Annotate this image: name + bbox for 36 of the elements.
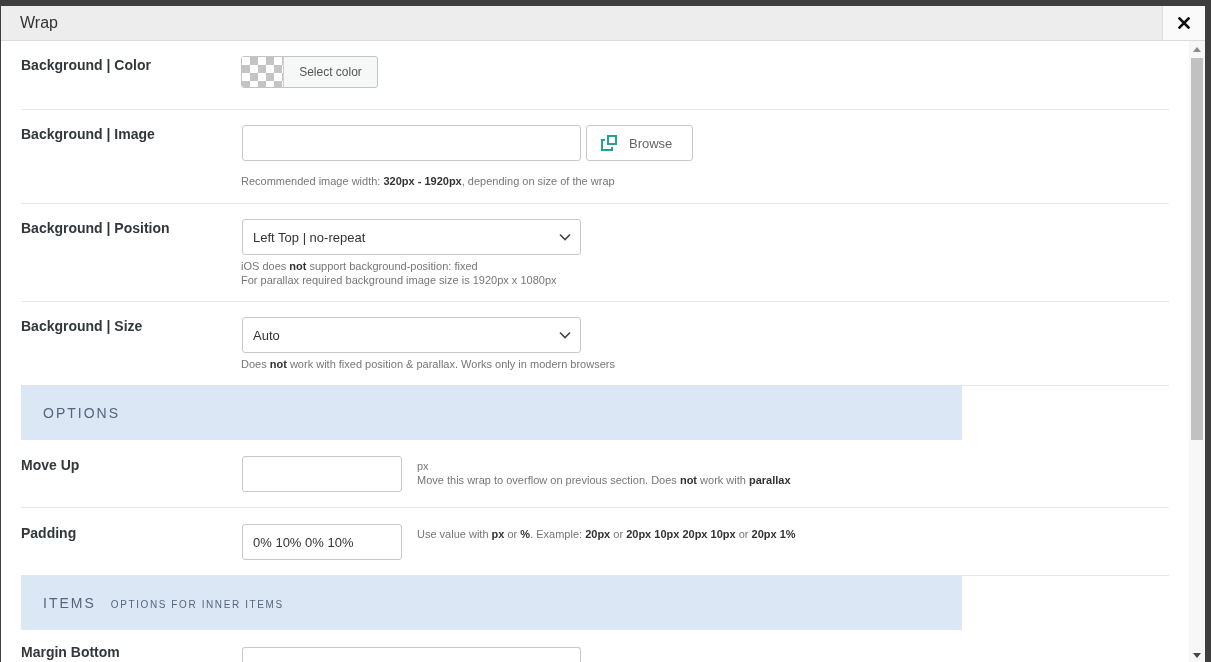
close-button[interactable] xyxy=(1162,6,1205,40)
hint-text: Use value with px or %. Example: 20px or 20px 10px 20px 10px or 20px 1% xyxy=(417,527,796,541)
chevron-down-icon xyxy=(559,233,571,241)
scrollbar-thumb[interactable] xyxy=(1191,58,1203,440)
text-field[interactable]: 0% 10% 0% 10% xyxy=(242,524,402,560)
scrollbar[interactable] xyxy=(1189,41,1205,662)
dialog-title: Wrap xyxy=(19,13,59,33)
field-label: Background | Image xyxy=(21,125,156,144)
dropdown[interactable] xyxy=(242,647,581,662)
dropdown[interactable]: Left Top | no-repeat xyxy=(242,219,581,255)
section-title: OPTIONS xyxy=(43,405,120,421)
hint-text: Recommended image width: 320px - 1920px, depending on size of the wrap xyxy=(241,174,616,188)
dropdown[interactable]: Auto xyxy=(242,317,581,353)
hint-text: px xyxy=(417,459,430,473)
hint-text: iOS does not support background-position: fixed xyxy=(241,259,479,273)
hint-text: Move this wrap to overflow on previous section. Does not work with parallax xyxy=(417,473,791,487)
field-label: Background | Color xyxy=(21,56,152,75)
field-label: Background | Position xyxy=(21,219,171,238)
select-color-button[interactable]: Select color xyxy=(241,56,378,88)
section-title: ITEMS xyxy=(43,595,96,611)
field-label: Margin Bottom xyxy=(21,645,121,662)
checkerboard-swatch-icon xyxy=(242,57,284,87)
field-label: Move Up xyxy=(21,456,81,475)
text-field[interactable] xyxy=(242,125,581,161)
section-subtitle: OPTIONS FOR INNER ITEMS xyxy=(110,597,284,610)
field-label: Padding xyxy=(21,524,78,543)
up-triangle-icon[interactable] xyxy=(1193,47,1201,52)
overlapping-squares-icon xyxy=(601,135,617,151)
chevron-down-icon xyxy=(559,331,571,339)
field-label: Background | Size xyxy=(21,317,144,336)
hint-text: For parallax required background image size is 1920px x 1080px xyxy=(241,273,558,287)
browse-button[interactable]: Browse xyxy=(586,125,693,161)
down-triangle-icon[interactable] xyxy=(1193,653,1201,658)
close-icon xyxy=(1178,17,1190,29)
text-field[interactable] xyxy=(242,456,402,492)
hint-text: Does not work with fixed position & parallax. Works only in modern browsers xyxy=(241,357,616,371)
